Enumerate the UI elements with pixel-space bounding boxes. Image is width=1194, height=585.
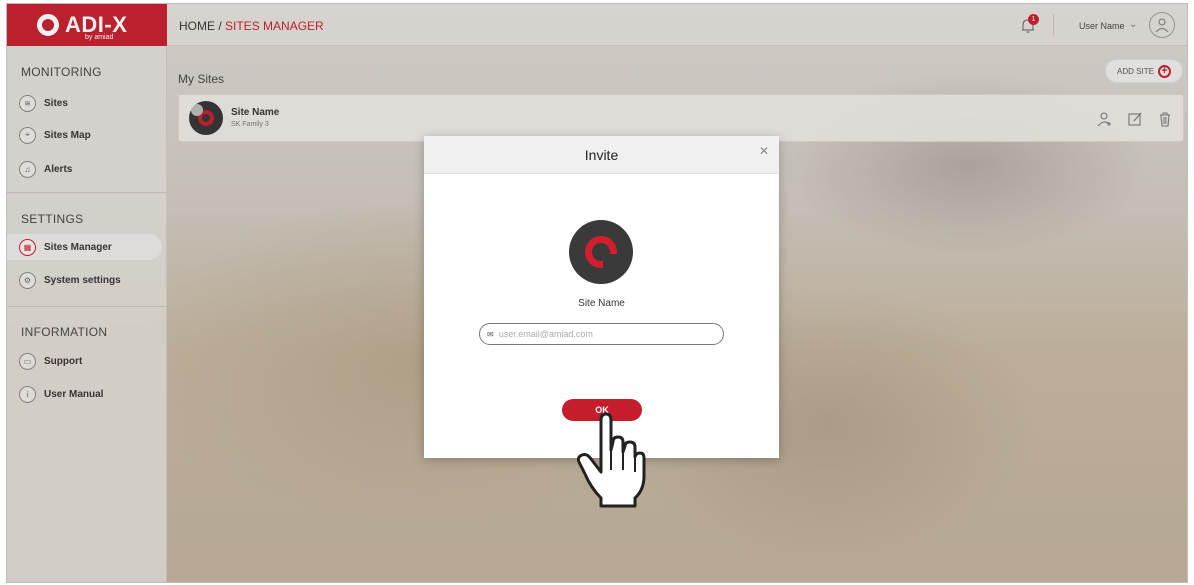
email-input[interactable] [498, 329, 699, 339]
close-icon[interactable]: ✕ [759, 144, 769, 158]
invite-modal: Invite ✕ Site Name ✉ OK [424, 136, 779, 458]
site-logo [569, 220, 633, 284]
hand-cursor-icon [577, 412, 646, 508]
app-frame: ADI-X by amiad MONITORING ≋ Sites ⌖ Site… [6, 3, 1188, 583]
modal-title: Invite [584, 146, 619, 163]
modal-header: Invite ✕ [424, 136, 779, 174]
site-logo-notch [603, 254, 617, 268]
email-field[interactable]: ✉ [479, 323, 724, 345]
mail-icon: ✉ [487, 329, 494, 339]
modal-site-name: Site Name [578, 298, 625, 309]
